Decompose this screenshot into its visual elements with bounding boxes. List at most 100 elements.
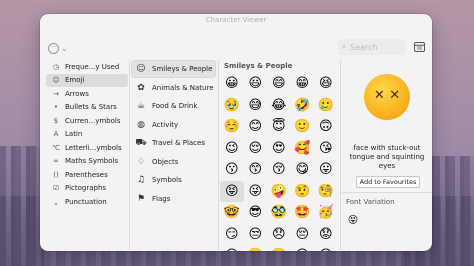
emoji-cell[interactable]: 😏 <box>220 224 244 246</box>
emoji-cell[interactable]: 😚 <box>267 159 291 181</box>
emoji-cell[interactable]: 😣 <box>291 245 315 251</box>
emoji-cell[interactable]: 😍 <box>267 138 291 160</box>
emoji-cell[interactable]: 🤣 <box>291 95 315 117</box>
emoji-grid-area: Smileys & People 😀 😃 😄 😁 😆 🥹 😅 😂 🤣 🥲 ☺️ 😊 😇 🙂 🙃 😉 😌 😍 🥰 😘 😗 😙… <box>220 60 338 251</box>
emoji-cell[interactable]: 😝 <box>220 180 244 202</box>
emoji-cell[interactable]: 😌 <box>244 138 268 160</box>
category-item[interactable]: ☺ Emoji <box>46 73 128 87</box>
emoji-cell[interactable]: 🧐 <box>314 181 338 203</box>
emoji-cell[interactable]: 😙 <box>244 159 268 181</box>
search-icon: ⌕ <box>341 42 347 51</box>
emoji-cell[interactable]: 🥲 <box>314 95 338 117</box>
category-item[interactable]: ∞ Maths Symbols <box>46 155 128 168</box>
subcategory-item[interactable]: ♢ Objects <box>131 153 216 171</box>
category-label: Maths Symbols <box>65 157 119 165</box>
subcategory-item[interactable]: ⚑ Flags <box>131 190 216 208</box>
subcategory-item[interactable]: ◍ Activity <box>131 116 216 134</box>
emoji-cell[interactable]: 😇 <box>267 116 291 138</box>
emoji-cell[interactable]: 🤪 <box>267 181 291 203</box>
divider <box>342 192 432 193</box>
emoji-cell[interactable]: 🥹 <box>220 95 244 117</box>
emoji-cell[interactable]: 😋 <box>291 159 315 181</box>
divider <box>129 60 130 250</box>
cup-icon: ☕ <box>136 101 146 111</box>
smiley-icon: ☺ <box>136 64 146 74</box>
paw-icon: ✿ <box>137 82 145 93</box>
emoji-cell[interactable]: 😞 <box>267 224 291 246</box>
category-label: Arrows <box>65 89 89 98</box>
flag-icon: ⚑ <box>136 193 146 204</box>
emoji-cell[interactable]: 🙁 <box>244 245 268 251</box>
emoji-cell[interactable]: 🥳 <box>314 202 338 224</box>
character-viewer-window: Character Viewer ··· ⌄ ⌕ ◷ Freque...y Use… <box>40 14 432 251</box>
subcategory-label: Animals & Nature <box>152 83 214 92</box>
font-variation-emoji[interactable]: 😝 <box>346 214 360 228</box>
emoji-cell[interactable]: 🙃 <box>314 116 338 138</box>
category-item[interactable]: () Parentheses <box>46 168 128 181</box>
letterlike-icon: ℃ <box>52 143 60 152</box>
emoji-cell[interactable]: 🤩 <box>291 202 315 224</box>
subcategory-item[interactable]: ☕ Food & Drink <box>131 97 216 115</box>
emoji-cell[interactable]: ☹️ <box>267 245 291 251</box>
category-item[interactable]: ◷ Freque...y Used <box>46 60 128 73</box>
emoji-cell[interactable]: 😕 <box>220 245 244 251</box>
emoji-cell[interactable]: 😒 <box>244 224 268 246</box>
emoji-name: face with stuck-out tongue and squinting… <box>349 144 425 170</box>
emoji-cell[interactable]: 😃 <box>244 73 268 95</box>
category-label: Punctuation <box>65 197 107 206</box>
car-icon: ⛟ <box>135 137 147 148</box>
emoji-cell[interactable]: 🤓 <box>220 202 244 224</box>
emoji-cell[interactable]: 😆 <box>314 73 338 95</box>
latin-icon: A <box>53 130 59 138</box>
category-item[interactable]: → Arrows <box>46 87 128 100</box>
background-building-left <box>0 146 44 266</box>
category-item[interactable]: „ Punctuation <box>46 195 128 208</box>
category-item[interactable]: • Bullets & Stars <box>46 101 128 114</box>
emoji-cell[interactable]: 😖 <box>314 245 338 251</box>
category-item[interactable]: A Latin <box>46 128 128 141</box>
search-input[interactable] <box>350 42 402 52</box>
subcategory-item[interactable]: ♫ Symbols <box>131 171 216 189</box>
emoji-cell[interactable]: 😛 <box>314 159 338 181</box>
emoji-cell[interactable]: 🥰 <box>291 138 315 160</box>
divider <box>340 60 341 250</box>
emoji-cell[interactable]: 😎 <box>244 202 268 224</box>
category-label: Freque...y Used <box>65 62 120 71</box>
category-label: Pictographs <box>65 184 107 192</box>
category-label: Latin <box>65 130 83 138</box>
subcategory-label: Food & Drink <box>152 102 198 110</box>
detail-panel: ✕ ✕ face with stuck-out tongue and squin… <box>342 60 432 250</box>
toolbar: ··· ⌄ ⌕ <box>40 28 432 56</box>
emoji-cell[interactable]: 😁 <box>291 73 315 95</box>
emoji-cell[interactable]: 🙂 <box>291 116 315 138</box>
emoji-cell[interactable]: 😄 <box>267 73 291 95</box>
emoji-cell[interactable]: 😗 <box>220 159 244 181</box>
category-item[interactable]: ℃ Letterli...ymbols <box>46 141 128 154</box>
emoji-cell[interactable]: 🤨 <box>291 181 315 203</box>
more-options-button[interactable]: ··· ⌄ <box>48 42 70 54</box>
emoji-cell[interactable]: 😟 <box>314 224 338 246</box>
emoji-cell[interactable]: 😀 <box>220 73 244 95</box>
emoji-cell[interactable]: 😘 <box>314 138 338 160</box>
subcategory-label: Travel & Places <box>152 139 205 147</box>
emoji-cell[interactable]: 🥸 <box>267 202 291 224</box>
subcategory-item[interactable]: ✿ Animals & Nature <box>131 79 216 97</box>
sidebar-layout-icon[interactable] <box>414 42 425 52</box>
emoji-cell[interactable]: 😉 <box>220 138 244 160</box>
search-field[interactable]: ⌕ <box>338 39 406 55</box>
emoji-cell[interactable]: 😜 <box>244 181 268 203</box>
emoji-cell[interactable]: 😊 <box>244 116 268 138</box>
category-item[interactable]: ☑ Pictographs <box>46 182 128 195</box>
subcategory-item[interactable]: ⛟ Travel & Places <box>131 134 216 152</box>
emoji-face-icon: ☺ <box>52 76 60 84</box>
subcategory-label: Smileys & People <box>152 65 213 73</box>
emoji-cell[interactable]: 😔 <box>291 224 315 246</box>
emoji-cell[interactable]: ☺️ <box>220 116 244 138</box>
emoji-cell[interactable]: 😂 <box>267 95 291 117</box>
subcategory-item[interactable]: ☺ Smileys & People <box>131 60 216 78</box>
subcategory-label: Objects <box>152 157 179 166</box>
emoji-cell[interactable]: 😅 <box>244 95 268 117</box>
category-item[interactable]: $ Curren...ymbols <box>46 114 128 127</box>
add-to-favourites-button[interactable]: Add to Favourites <box>356 176 420 188</box>
currency-icon: $ <box>53 116 59 125</box>
